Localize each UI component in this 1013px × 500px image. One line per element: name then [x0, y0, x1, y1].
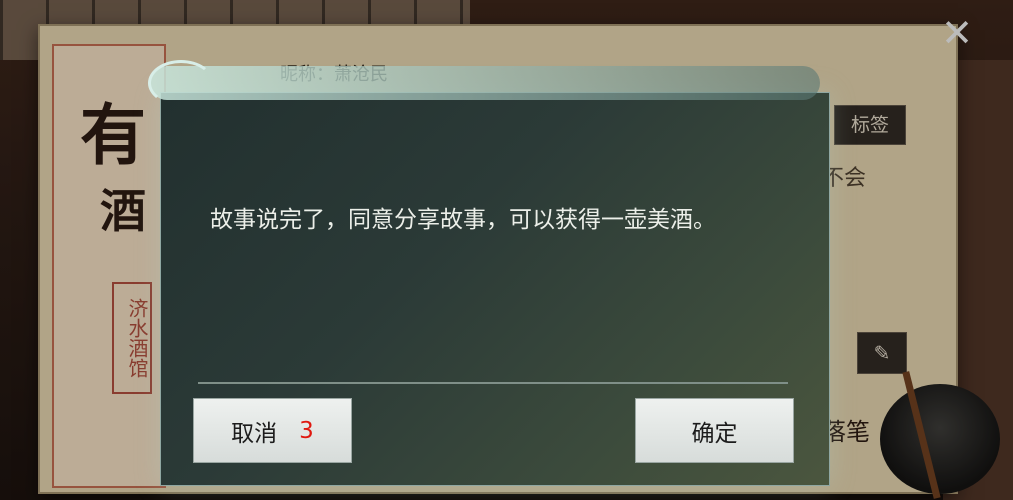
cancel-label: 取消: [231, 420, 278, 447]
cloud-decor: [150, 66, 820, 100]
confirm-label: 确定: [691, 420, 738, 447]
dialog-message: 故事说完了，同意分享故事，可以获得一壶美酒。: [210, 207, 716, 233]
cancel-countdown: 3: [299, 417, 314, 444]
dialog-divider: [198, 382, 788, 384]
confirm-button[interactable]: 确定: [635, 398, 794, 463]
cloud-curl-decor: [148, 60, 214, 106]
cancel-button[interactable]: 取消 3: [193, 398, 352, 463]
